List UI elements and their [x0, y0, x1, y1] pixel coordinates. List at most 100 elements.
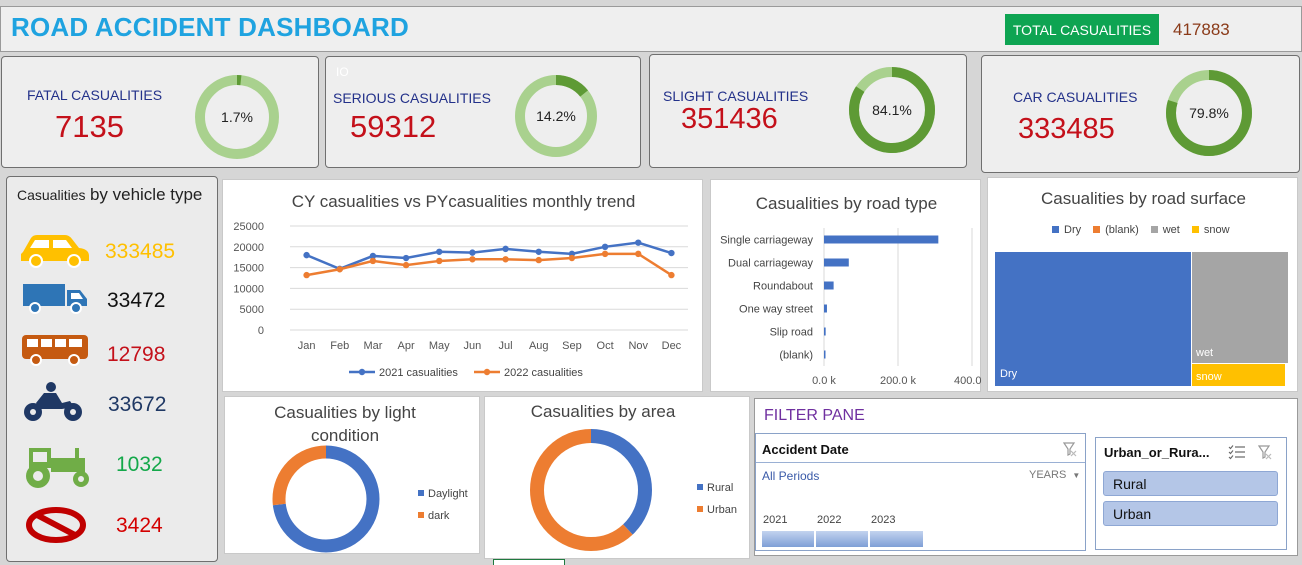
data-point [303, 271, 310, 279]
x-tick-label: 0.0 k [812, 375, 836, 387]
legend-label: dark [428, 510, 450, 522]
x-tick-label: Aug [529, 340, 549, 352]
slicer-item-urban[interactable]: Urban [1103, 501, 1278, 526]
motorcycle-icon [24, 382, 82, 421]
legend-item: snow [1191, 224, 1230, 236]
x-tick-label: Feb [330, 340, 349, 352]
bus-icon [22, 335, 88, 366]
data-point [635, 239, 642, 246]
year-label: 2021 [763, 514, 788, 526]
kpi-donut: 14.2% [515, 75, 597, 157]
legend-marker [358, 368, 366, 376]
legend-item: wet [1150, 224, 1180, 236]
data-point [535, 248, 542, 255]
legend-marker [483, 368, 491, 376]
line-chart-plot: 25000 20000 15000 10000 5000 0 Jan Feb Mar Apr May… [233, 221, 688, 379]
category-label: Slip road [770, 327, 813, 339]
kpi-donut: 84.1% [849, 67, 935, 153]
data-point [402, 254, 410, 262]
kpi-percent: 79.8% [1189, 105, 1229, 121]
data-point [436, 248, 443, 255]
multi-select-icon[interactable] [1228, 444, 1246, 460]
y-tick-label: 5000 [240, 304, 264, 316]
legend-swatch [1191, 226, 1199, 233]
y-tick-label: 10000 [233, 283, 264, 295]
kpi-donut: 1.7% [195, 75, 279, 159]
clear-filter-icon[interactable] [1258, 444, 1272, 460]
bar [824, 258, 849, 267]
data-point [469, 249, 476, 256]
vehicle-value-truck: 33472 [107, 289, 166, 312]
slicer-title: Accident Date [762, 442, 849, 457]
kpi-value: 351436 [681, 103, 778, 135]
legend-label: Rural [707, 482, 733, 494]
category-label: One way street [739, 304, 813, 316]
total-casualities-value: 417883 [1173, 20, 1230, 39]
slicer-item-label: Urban [1113, 505, 1152, 522]
legend-label: wet [1162, 224, 1180, 236]
all-periods-label: All Periods [762, 469, 820, 483]
data-point [502, 256, 509, 263]
slicer-item-label: Rural [1113, 475, 1147, 492]
vehicle-value-bus: 12798 [107, 343, 166, 366]
road-surface-chart: Casualities by road surface Dry (blank) we… [987, 177, 1298, 392]
treemap-tile-dry: Dry [995, 252, 1191, 386]
bar [824, 350, 826, 359]
vehicle-panel-title: Casualities by vehicle type [17, 185, 202, 205]
legend-swatch [418, 512, 424, 518]
kpi-label: CAR CASUALITIES [1013, 89, 1138, 105]
treemap-tile-snow: snow [1192, 364, 1285, 386]
legend-label: 2022 casualities [504, 367, 583, 379]
data-point [369, 257, 377, 265]
bar-chart-plot: 0.0 k 200.0 k 400.0 k Single carriageway Dua… [720, 228, 982, 387]
legend-item: Dry [1052, 224, 1081, 236]
y-tick-label: 20000 [233, 242, 264, 254]
kpi-percent: 84.1% [872, 102, 912, 118]
vehicle-type-panel: Casualities by vehicle type 333485 33472… [6, 176, 218, 562]
accident-date-slicer[interactable]: Accident Date All Periods YEARS ▼ 2021 2… [755, 433, 1086, 551]
legend-swatch [1093, 226, 1101, 233]
legend-label: snow [1203, 224, 1230, 236]
timeline-bar-2023[interactable] [870, 531, 923, 547]
vehicle-title-small: Casualities [17, 187, 86, 203]
data-point [601, 243, 609, 250]
kpi-label: FATAL CASUALITIES [27, 87, 163, 103]
legend-swatch [697, 506, 703, 512]
chart-title: Casualities by road surface [1040, 189, 1247, 208]
series-line-2 [306, 252, 673, 277]
data-point [502, 245, 509, 253]
treemap-tile-wet: wet [1192, 252, 1288, 363]
bar [824, 327, 826, 336]
kpi-card-serious: IO SERIOUS CASUALITIES 59312 14.2% [325, 56, 641, 168]
time-level-label: YEARS [1029, 469, 1067, 481]
year-label: 2022 [817, 514, 842, 526]
prohibited-icon [26, 507, 86, 543]
data-point [469, 256, 476, 263]
x-tick-label: Mar [363, 340, 382, 352]
sheet-tab-fragment[interactable] [493, 559, 565, 565]
timeline-bar-2021[interactable] [762, 531, 815, 547]
bar [824, 304, 827, 313]
x-tick-label: Jul [499, 340, 513, 352]
slicer-item-rural[interactable]: Rural [1103, 471, 1278, 496]
legend-swatch [697, 484, 703, 490]
chevron-down-icon: ▼ [1072, 471, 1081, 480]
data-point [436, 257, 443, 265]
x-tick-label: 200.0 k [880, 375, 917, 387]
category-label: Dual carriageway [728, 258, 813, 270]
legend-label: (blank) [1105, 224, 1139, 236]
legend-label: Dry [1064, 224, 1082, 236]
clear-filter-icon[interactable] [1063, 441, 1077, 457]
y-tick-label: 15000 [233, 263, 264, 275]
kpi-label: SERIOUS CASUALITIES [333, 90, 491, 106]
filter-pane: FILTER PANE Accident Date All Periods YE… [754, 398, 1298, 556]
urban-rural-slicer[interactable]: Urban_or_Rura... Rural Urban [1095, 437, 1287, 550]
legend-label: Daylight [428, 488, 468, 500]
time-level-dropdown[interactable]: YEARS ▼ [1029, 469, 1080, 481]
x-tick-label: Oct [597, 340, 614, 352]
category-label: Roundabout [753, 281, 813, 293]
data-point [535, 256, 542, 264]
timeline-bar-2022[interactable] [816, 531, 869, 547]
legend-label: 2021 casualities [379, 367, 458, 379]
data-point [336, 266, 343, 273]
